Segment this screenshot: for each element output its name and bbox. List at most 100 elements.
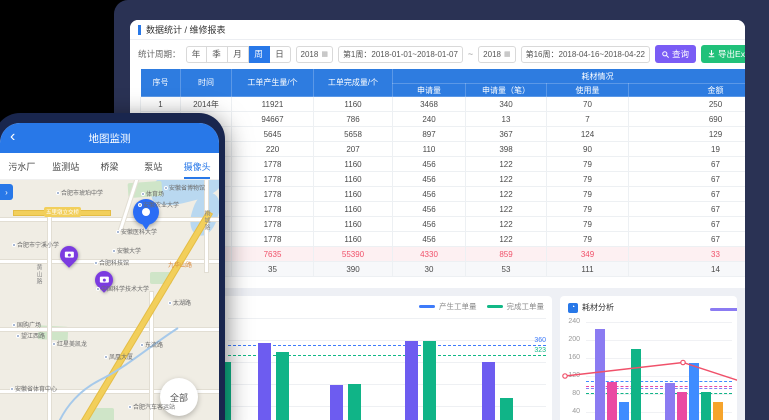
table-body: 12014年1192111603468340702502946677862401… xyxy=(141,97,746,277)
map-poi-label: 合肥汽车客运站 xyxy=(128,402,175,411)
materials-legend-stub xyxy=(710,308,737,311)
poi-dot-icon xyxy=(140,343,144,347)
col-orders-created: 工单产生量/个 xyxy=(232,69,314,97)
gridline xyxy=(228,318,546,319)
chart-icon: ◔ xyxy=(568,303,578,313)
map-poi-label: 安徽省体育中心 xyxy=(10,384,57,393)
bar-completed xyxy=(423,341,436,420)
table-row[interactable]: 10177811604561227967 xyxy=(141,232,746,247)
period-option-日[interactable]: 日 xyxy=(270,46,291,63)
map-view[interactable]: › 全部 合肥市琥珀中学体育场安徽农业大学安徽省博物馆桐城路五里墩立交桥安徽医科… xyxy=(0,180,219,420)
legend-item[interactable]: 完成工单量 xyxy=(487,301,545,312)
camera-icon xyxy=(100,277,109,283)
legend-label: 完成工单量 xyxy=(507,301,545,312)
map-poi-label: 凤凰大厦 xyxy=(104,352,133,361)
map-poi-label: 桐城路 xyxy=(202,210,211,231)
poi-dot-icon xyxy=(16,334,20,338)
table-row[interactable]: 12014年119211160346834070250 xyxy=(141,97,746,112)
map-poi-label: 望江西路 xyxy=(16,331,45,340)
y-axis-tick: 160 xyxy=(562,354,580,361)
bar-completed xyxy=(500,398,513,420)
legend-label: 产生工单量 xyxy=(439,301,477,312)
poi-dot-icon xyxy=(116,230,120,234)
subcol-apply-count: 申请量（笔） xyxy=(466,84,547,97)
week-end-value: 第16周：2018-04-16~2018-04-22 xyxy=(526,49,645,60)
poi-dot-icon xyxy=(168,301,172,305)
week-start-input[interactable]: 第1周：2018-01-01~2018-01-07 xyxy=(338,46,463,63)
year-start-value: 2018 xyxy=(301,50,319,59)
map-expand-button[interactable]: › xyxy=(0,184,13,200)
col-time: 时间 xyxy=(181,69,232,97)
map-poi-label: 九华山路 xyxy=(168,260,192,269)
poi-dot-icon xyxy=(12,323,16,327)
phone-tab-泵站[interactable]: 泵站 xyxy=(131,153,175,179)
bar-completed xyxy=(276,352,289,420)
bar-created xyxy=(482,362,495,420)
phone-tab-摄像头[interactable]: 摄像头 xyxy=(175,153,219,179)
calendar-icon: ▦ xyxy=(321,50,328,58)
materials-bar xyxy=(619,402,629,420)
bar-created xyxy=(405,341,418,420)
phone-screen: ‹ 地图监测 污水厂监测站桥梁泵站摄像头 xyxy=(0,123,219,420)
back-chevron-icon[interactable]: ‹ xyxy=(10,127,15,147)
materials-bar xyxy=(689,363,699,420)
materials-chart-card: ◔ 耗材分析 2402001601208040 xyxy=(560,296,737,420)
period-option-年[interactable]: 年 xyxy=(186,46,207,63)
reference-value: 323 xyxy=(534,347,546,354)
subcol-amount: 金额 xyxy=(629,84,746,97)
poi-dot-icon xyxy=(56,191,60,195)
map-poi-label: 体育场 xyxy=(141,189,164,198)
materials-bar xyxy=(595,329,605,420)
materials-bar xyxy=(665,383,675,420)
reference-line: 360 xyxy=(228,345,546,346)
chart-legend: 产生工单量 完成工单量 xyxy=(419,301,544,312)
map-poi-label: 安徽省博物馆 xyxy=(164,183,205,192)
week-end-input[interactable]: 第16周：2018-04-16~2018-04-22 xyxy=(521,46,650,63)
map-poi-label: 安徽大学 xyxy=(112,246,141,255)
poi-dot-icon xyxy=(141,192,145,196)
poi-dot-icon xyxy=(96,287,100,291)
materials-chart-title-row: ◔ 耗材分析 xyxy=(568,302,614,313)
materials-bar xyxy=(607,382,617,420)
table-average-row[interactable]: 平均值35390305311114 xyxy=(141,262,746,277)
phone-tab-监测站[interactable]: 监测站 xyxy=(44,153,88,179)
phone-mockup: ‹ 地图监测 污水厂监测站桥梁泵站摄像头 xyxy=(0,113,225,420)
table-row[interactable]: 294667786240137690 xyxy=(141,112,746,127)
phone-tab-污水厂[interactable]: 污水厂 xyxy=(0,153,44,179)
map-poi-label: 五里墩立交桥 xyxy=(44,207,81,217)
col-orders-done: 工单完成量/个 xyxy=(314,69,393,97)
map-poi-label: 太湖路 xyxy=(168,298,191,307)
table-row[interactable]: 8177811604561227967 xyxy=(141,202,746,217)
export-excel-button[interactable]: 导出Excel xyxy=(701,45,745,63)
legend-item[interactable]: 产生工单量 xyxy=(419,301,477,312)
year-start-select[interactable]: 2018 ▦ xyxy=(296,46,333,63)
screenshot-root: 数据统计 / 维修报表 统计周期： 年季月周日 2018 ▦ 第1周：2018-… xyxy=(0,0,769,420)
query-button[interactable]: 查询 xyxy=(655,45,696,63)
table-row[interactable]: 356455658897367124129 xyxy=(141,127,746,142)
table-row[interactable]: 5177811604561227967 xyxy=(141,157,746,172)
table-row[interactable]: 7177811604561227967 xyxy=(141,187,746,202)
bar-completed xyxy=(348,384,361,420)
reference-value: 360 xyxy=(534,337,546,344)
gridline xyxy=(586,376,732,377)
table-row[interactable]: 6177811604561227967 xyxy=(141,172,746,187)
range-separator: ~ xyxy=(468,49,473,59)
period-option-季[interactable]: 季 xyxy=(207,46,228,63)
phone-page-title: 地图监测 xyxy=(89,131,131,146)
week-start-value: 第1周：2018-01-01~2018-01-07 xyxy=(343,49,458,60)
period-option-月[interactable]: 月 xyxy=(228,46,249,63)
table-row[interactable]: 9177811604561227967 xyxy=(141,217,746,232)
poi-dot-icon xyxy=(12,243,16,247)
phone-tab-桥梁[interactable]: 桥梁 xyxy=(88,153,132,179)
map-poi-label: 合肥市宁溪小学 xyxy=(12,240,59,249)
search-icon xyxy=(662,51,669,58)
legend-swatch xyxy=(419,305,435,308)
export-button-label: 导出Excel xyxy=(718,48,745,60)
table-row[interactable]: 42202071103989019 xyxy=(141,142,746,157)
year-end-select[interactable]: 2018 ▦ xyxy=(478,46,515,63)
gridline xyxy=(586,358,732,359)
table-total-row[interactable]: 合计763555390433085934933 xyxy=(141,247,746,262)
work-order-chart-card: 产生工单量完成工单量 360323 xyxy=(222,296,552,420)
period-option-周[interactable]: 周 xyxy=(249,46,270,63)
materials-bar xyxy=(713,402,723,420)
